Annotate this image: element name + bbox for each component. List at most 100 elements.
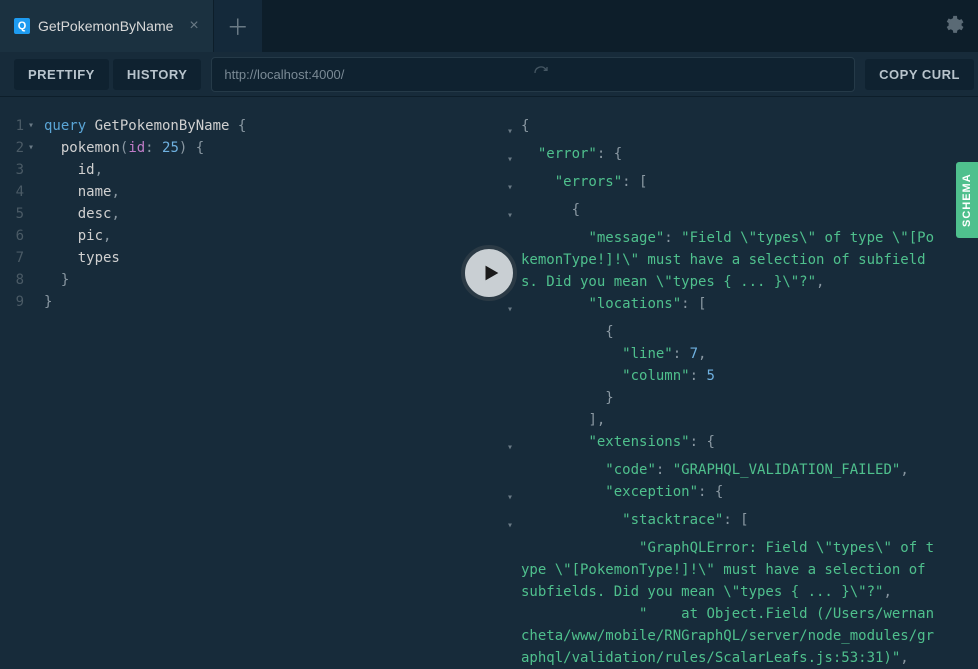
fold-toggle xyxy=(28,181,40,203)
code-content: id, xyxy=(40,159,103,181)
fold-toggle xyxy=(507,321,521,343)
close-icon[interactable]: × xyxy=(189,17,198,35)
editor-line[interactable]: 6 pic, xyxy=(0,225,489,247)
result-content: "locations": [ xyxy=(521,293,978,321)
result-content: " at Object.Field (/Users/wernancheta/ww… xyxy=(521,603,978,669)
fold-toggle[interactable]: ▾ xyxy=(507,115,521,143)
code-content: pokemon(id: 25) { xyxy=(40,137,204,159)
fold-toggle[interactable]: ▾ xyxy=(507,293,521,321)
tab-bar: Q GetPokemonByName × ＋ xyxy=(0,0,978,52)
history-button[interactable]: HISTORY xyxy=(113,59,202,90)
execute-button[interactable] xyxy=(461,245,517,301)
fold-toggle xyxy=(507,365,521,387)
line-number: 4 xyxy=(0,181,28,203)
query-icon: Q xyxy=(14,18,30,34)
result-content: "stacktrace": [ xyxy=(521,509,978,537)
tab-active[interactable]: Q GetPokemonByName × xyxy=(0,0,214,52)
result-content: "extensions": { xyxy=(521,431,978,459)
add-tab-button[interactable]: ＋ xyxy=(214,0,262,52)
result-line: ], xyxy=(489,409,978,431)
line-number: 2 xyxy=(0,137,28,159)
fold-toggle xyxy=(28,269,40,291)
result-line: "line": 7, xyxy=(489,343,978,365)
query-editor[interactable]: 1▾query GetPokemonByName {2▾ pokemon(id:… xyxy=(0,97,489,669)
fold-toggle xyxy=(507,343,521,365)
fold-toggle xyxy=(28,159,40,181)
editor-line[interactable]: 4 name, xyxy=(0,181,489,203)
line-number: 7 xyxy=(0,247,28,269)
fold-toggle xyxy=(507,387,521,409)
fold-toggle xyxy=(28,203,40,225)
result-content: { xyxy=(521,115,978,143)
result-line: ▾ "extensions": { xyxy=(489,431,978,459)
code-content: } xyxy=(40,291,52,313)
toolbar: PRETTIFY HISTORY http://localhost:4000/ … xyxy=(0,52,978,97)
result-line: " at Object.Field (/Users/wernancheta/ww… xyxy=(489,603,978,669)
code-content: pic, xyxy=(40,225,111,247)
fold-toggle xyxy=(507,409,521,431)
line-number: 3 xyxy=(0,159,28,181)
schema-tab[interactable]: SCHEMA xyxy=(956,162,978,238)
refresh-icon[interactable] xyxy=(533,65,842,84)
result-content: "column": 5 xyxy=(521,365,978,387)
tab-label: GetPokemonByName xyxy=(38,18,173,34)
result-content: "errors": [ xyxy=(521,171,978,199)
fold-toggle[interactable]: ▾ xyxy=(507,143,521,171)
result-line: ▾ "locations": [ xyxy=(489,293,978,321)
fold-toggle[interactable]: ▾ xyxy=(28,115,40,137)
line-number: 8 xyxy=(0,269,28,291)
editor-line[interactable]: 3 id, xyxy=(0,159,489,181)
result-pane: ▾{▾ "error": {▾ "errors": [▾ { "message"… xyxy=(489,97,978,669)
fold-toggle xyxy=(507,459,521,481)
main-panes: 1▾query GetPokemonByName {2▾ pokemon(id:… xyxy=(0,97,978,669)
fold-toggle xyxy=(28,225,40,247)
fold-toggle[interactable]: ▾ xyxy=(28,137,40,159)
result-content: { xyxy=(521,199,978,227)
fold-toggle[interactable]: ▾ xyxy=(507,199,521,227)
code-content: types xyxy=(40,247,120,269)
result-line: "GraphQLError: Field \"types\" of type \… xyxy=(489,537,978,603)
code-content: query GetPokemonByName { xyxy=(40,115,246,137)
result-content: { xyxy=(521,321,978,343)
fold-toggle xyxy=(507,603,521,669)
fold-toggle[interactable]: ▾ xyxy=(507,171,521,199)
result-content: "code": "GRAPHQL_VALIDATION_FAILED", xyxy=(521,459,978,481)
editor-line[interactable]: 7 types xyxy=(0,247,489,269)
fold-toggle[interactable]: ▾ xyxy=(507,431,521,459)
code-content: } xyxy=(40,269,69,291)
line-number: 5 xyxy=(0,203,28,225)
fold-toggle[interactable]: ▾ xyxy=(507,481,521,509)
fold-toggle[interactable]: ▾ xyxy=(507,509,521,537)
editor-line[interactable]: 8 } xyxy=(0,269,489,291)
line-number: 9 xyxy=(0,291,28,313)
code-content: name, xyxy=(40,181,120,203)
editor-line[interactable]: 1▾query GetPokemonByName { xyxy=(0,115,489,137)
copy-curl-button[interactable]: COPY CURL xyxy=(865,59,974,90)
result-line: "column": 5 xyxy=(489,365,978,387)
result-line: ▾ "error": { xyxy=(489,143,978,171)
editor-line[interactable]: 2▾ pokemon(id: 25) { xyxy=(0,137,489,159)
result-line: } xyxy=(489,387,978,409)
result-line: ▾ { xyxy=(489,199,978,227)
result-content: "line": 7, xyxy=(521,343,978,365)
result-line: "message": "Field \"types\" of type \"[P… xyxy=(489,227,978,293)
result-content: ], xyxy=(521,409,978,431)
url-input[interactable]: http://localhost:4000/ xyxy=(211,57,855,92)
gear-icon[interactable] xyxy=(942,14,964,36)
prettify-button[interactable]: PRETTIFY xyxy=(14,59,109,90)
result-line: "code": "GRAPHQL_VALIDATION_FAILED", xyxy=(489,459,978,481)
fold-toggle xyxy=(507,537,521,603)
url-value: http://localhost:4000/ xyxy=(224,67,533,82)
line-number: 1 xyxy=(0,115,28,137)
result-line: ▾ "stacktrace": [ xyxy=(489,509,978,537)
result-content: "GraphQLError: Field \"types\" of type \… xyxy=(521,537,978,603)
result-line: ▾{ xyxy=(489,115,978,143)
result-content: } xyxy=(521,387,978,409)
result-line: ▾ "exception": { xyxy=(489,481,978,509)
line-number: 6 xyxy=(0,225,28,247)
editor-line[interactable]: 9} xyxy=(0,291,489,313)
result-line: { xyxy=(489,321,978,343)
fold-toggle xyxy=(28,247,40,269)
editor-line[interactable]: 5 desc, xyxy=(0,203,489,225)
code-content: desc, xyxy=(40,203,120,225)
